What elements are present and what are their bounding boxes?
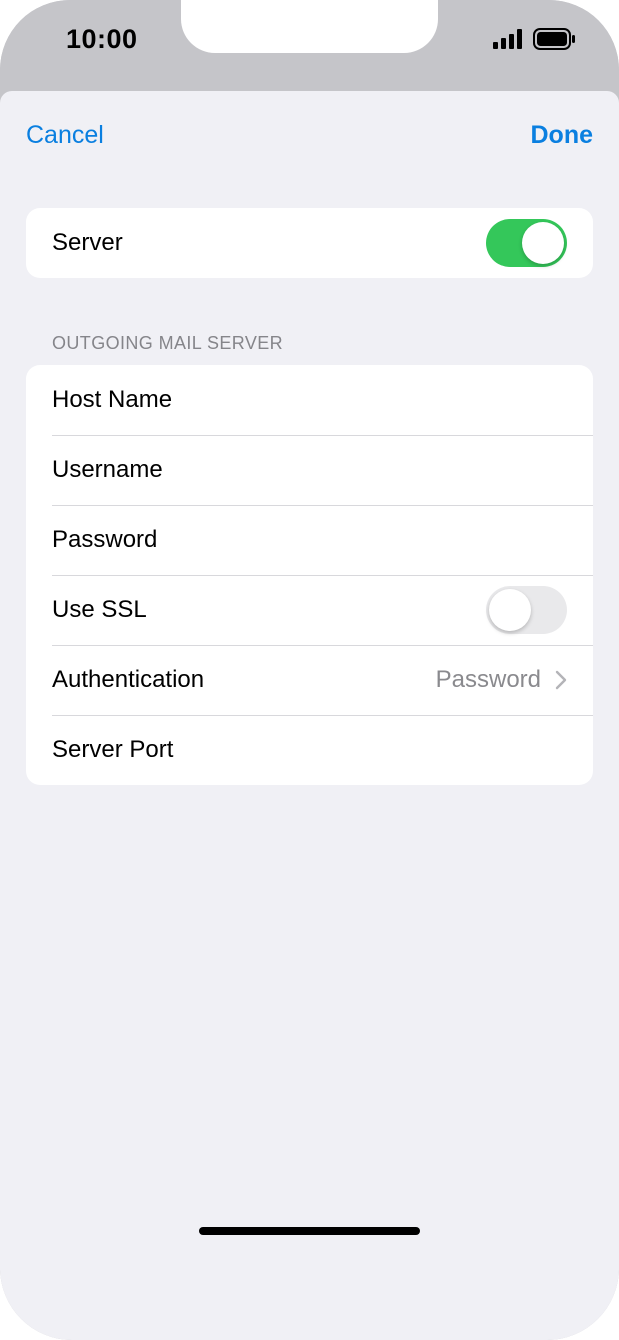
authentication-row[interactable]: Authentication Password (26, 645, 593, 715)
server-toggle[interactable] (486, 219, 567, 267)
done-button[interactable]: Done (531, 121, 594, 150)
settings-sheet: Cancel Done Server OUTGOING MAIL SERVER … (0, 91, 619, 1340)
use-ssl-toggle[interactable] (486, 586, 567, 634)
use-ssl-toggle-knob (489, 589, 531, 631)
home-indicator[interactable] (199, 1227, 420, 1235)
server-row: Server (26, 208, 593, 278)
host-name-field[interactable]: Host Name (26, 365, 593, 435)
outgoing-section-header: OUTGOING MAIL SERVER (52, 333, 284, 353)
phone-frame: 10:00 Cancel Done Server OUTGOING MAIL S… (0, 0, 619, 1340)
authentication-value: Password (435, 666, 541, 693)
authentication-label: Authentication (52, 666, 205, 693)
server-port-field[interactable]: Server Port (26, 715, 593, 785)
password-field[interactable]: Password (26, 505, 593, 575)
use-ssl-row: Use SSL (26, 575, 593, 645)
cellular-signal-icon (493, 29, 522, 49)
server-group: Server (26, 208, 593, 278)
username-field[interactable]: Username (26, 435, 593, 505)
chevron-right-icon (555, 670, 567, 690)
host-name-label: Host Name (52, 386, 173, 413)
notch (181, 0, 438, 53)
status-icons (493, 28, 575, 50)
outgoing-server-group: Host Name Username Password Use SSL Auth… (26, 365, 593, 785)
server-toggle-knob (522, 222, 564, 264)
use-ssl-label: Use SSL (52, 596, 147, 623)
server-port-label: Server Port (52, 736, 174, 763)
status-bar: 10:00 (0, 0, 619, 92)
battery-icon (533, 28, 575, 50)
server-label: Server (52, 229, 123, 256)
username-label: Username (52, 456, 163, 483)
password-label: Password (52, 526, 158, 553)
status-time: 10:00 (66, 24, 138, 54)
cancel-button[interactable]: Cancel (26, 121, 104, 150)
